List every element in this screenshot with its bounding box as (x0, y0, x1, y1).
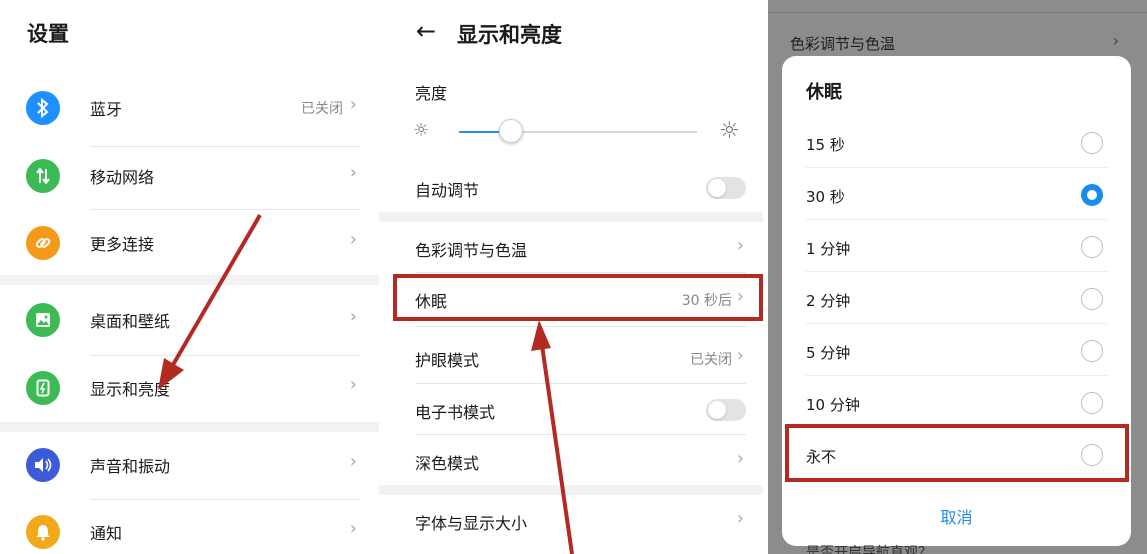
sleep-option[interactable]: 2 分钟 (782, 276, 1131, 328)
sleep-option[interactable]: 30 秒 (782, 172, 1131, 224)
sleep-option[interactable]: 5 分钟 (782, 328, 1131, 380)
radio-button[interactable] (1081, 392, 1103, 414)
sleep-option-label: 30 秒 (806, 188, 845, 206)
sleep-option-label: 10 分钟 (806, 396, 860, 414)
display-brightness-panel: ← 显示和亮度 亮度 ☼ ☼ 自动调节 色彩调节与色温 › 休眠 30 秒后 ›… (379, 0, 768, 554)
dialog-title: 休眠 (806, 82, 842, 103)
background-row-label: 是否开启导航直观？ (806, 545, 932, 554)
sleep-option-label: 15 秒 (806, 136, 845, 154)
radio-button[interactable] (1081, 288, 1103, 310)
chevron-right-icon: › (1112, 31, 1119, 50)
radio-button[interactable] (1081, 340, 1103, 362)
settings-panel: 设置 蓝牙 已关闭 › 移动网络 › 更多连接 › 桌面和壁纸 › 显示和亮度 … (0, 0, 379, 554)
divider (806, 167, 1107, 168)
radio-button[interactable] (1081, 132, 1103, 154)
annotation-arrow (531, 320, 574, 554)
sleep-option-label: 1 分钟 (806, 240, 851, 258)
divider (768, 12, 1147, 13)
sleep-option-label: 5 分钟 (806, 344, 851, 362)
sleep-dialog-panel: 色彩调节与色温 › 休眠 15 秒 30 秒 1 分钟 2 分钟 5 分钟 10… (768, 0, 1147, 554)
divider (806, 323, 1107, 324)
sleep-option[interactable]: 1 分钟 (782, 224, 1131, 276)
sleep-option-label: 2 分钟 (806, 292, 851, 310)
radio-button[interactable] (1081, 236, 1103, 258)
sleep-option[interactable]: 15 秒 (782, 120, 1131, 172)
background-row-label: 色彩调节与色温 (790, 35, 896, 53)
highlight-box (785, 424, 1129, 482)
divider (806, 219, 1107, 220)
radio-button-selected[interactable] (1081, 184, 1103, 206)
divider (806, 271, 1107, 272)
annotation-arrow (158, 213, 262, 390)
divider (806, 375, 1107, 376)
cancel-button[interactable]: 取消 (782, 504, 1131, 528)
